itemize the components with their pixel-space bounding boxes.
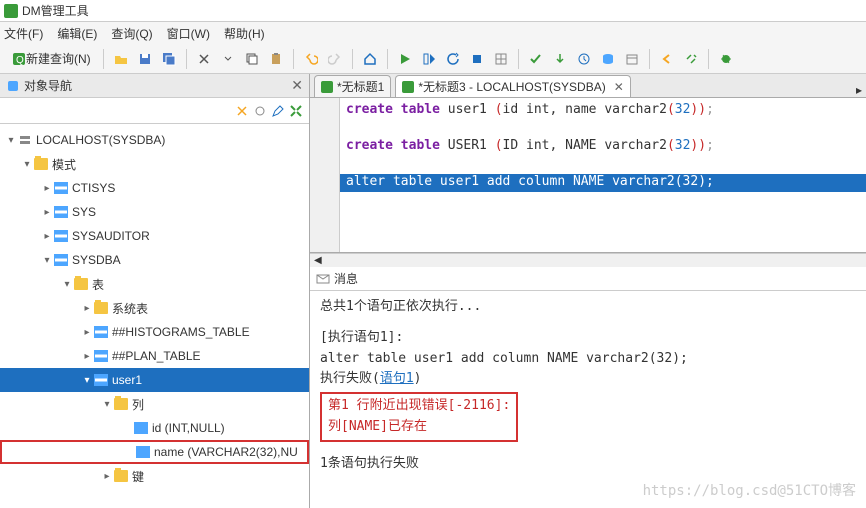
tree-histograms[interactable]: ▸##HISTOGRAMS_TABLE [0,320,309,344]
dropdown-icon[interactable] [217,48,239,70]
messages-tab[interactable]: 消息 [310,267,866,291]
selected-sql-line: alter table user1 add column NAME varcha… [340,174,866,192]
nav-edit-icon[interactable] [271,104,285,118]
tree-columns[interactable]: ▾列 [0,392,309,416]
open-icon[interactable] [110,48,132,70]
new-query-button[interactable]: Q 新建查询(N) [6,48,97,70]
window-title: DM管理工具 [22,2,89,19]
editor-code[interactable]: create table user1 (id int, name varchar… [340,98,866,252]
arrow-down-icon[interactable] [549,48,571,70]
tree-keys[interactable]: ▸键 [0,464,309,488]
link-icon[interactable] [680,48,702,70]
tree-plan[interactable]: ▸##PLAN_TABLE [0,344,309,368]
tree-schema[interactable]: ▾模式 [0,152,309,176]
tree-sys[interactable]: ▸SYS [0,200,309,224]
paste-icon[interactable] [265,48,287,70]
titlebar: DM管理工具 [0,0,866,22]
tree-sysdba[interactable]: ▾SYSDBA [0,248,309,272]
msg-err2: 列[NAME]已存在 [328,417,510,438]
history-icon[interactable] [573,48,595,70]
tree-sysauditor[interactable]: ▸SYSAUDITOR [0,224,309,248]
nav-link-icon[interactable] [235,104,249,118]
tree-col-id[interactable]: ▸id (INT,NULL) [0,416,309,440]
tree-ctisys[interactable]: ▸CTISYS [0,176,309,200]
editor-scrollbar[interactable]: ◀ [310,253,866,267]
menu-file[interactable]: 文件(F) [4,25,43,42]
close-pane-icon[interactable]: ✕ [291,77,303,94]
tree-col-name[interactable]: ▸name (VARCHAR2(32),NU [0,440,309,464]
save-icon[interactable] [134,48,156,70]
stop-icon[interactable] [466,48,488,70]
refresh-icon[interactable] [442,48,464,70]
navigator-toolbar [0,98,309,124]
copy-icon[interactable] [241,48,263,70]
close-tab-icon[interactable]: ✕ [614,80,624,94]
tab-untitled3[interactable]: *无标题3 - LOCALHOST(SYSDBA) ✕ [395,75,630,97]
msg-fail: 执行失败(语句1) [320,369,856,390]
nav-expand-icon[interactable] [289,104,303,118]
main-toolbar: Q 新建查询(N) [0,44,866,74]
svg-text:Q: Q [16,55,24,66]
sql-file-icon [402,81,414,93]
tab-untitled1[interactable]: *无标题1 [314,75,391,97]
back-icon[interactable] [656,48,678,70]
menu-window[interactable]: 窗口(W) [167,25,210,42]
msg-footer: 1条语句执行失败 [320,454,856,475]
nav-filter-icon[interactable] [253,104,267,118]
messages-panel: 总共1个语句正依次执行... [执行语句1]: alter table user… [310,291,866,508]
object-tree[interactable]: ▾LOCALHOST(SYSDBA) ▾模式 ▸CTISYS ▸SYS ▸SYS… [0,124,309,508]
menu-help[interactable]: 帮助(H) [224,25,265,42]
undo-icon[interactable] [300,48,322,70]
db-icon[interactable] [597,48,619,70]
message-icon [316,272,330,286]
check-icon[interactable] [525,48,547,70]
navigator-title: 对象导航 [24,77,72,94]
msg-summary: 总共1个语句正依次执行... [320,297,856,318]
menu-edit[interactable]: 编辑(E) [57,25,97,42]
editor-gutter [310,98,340,252]
error-box: 第1 行附近出现错误[-2116]: 列[NAME]已存在 [320,392,518,442]
msg-fail-link[interactable]: 语句1 [380,371,414,386]
sql-file-icon [321,81,333,93]
menubar: 文件(F) 编辑(E) 查询(Q) 窗口(W) 帮助(H) [0,22,866,44]
grid-icon[interactable] [490,48,512,70]
app-icon [4,4,18,18]
navigator-header: 对象导航 ✕ [0,74,309,98]
object-navigator-pane: 对象导航 ✕ ▾LOCALHOST(SYSDBA) ▾模式 ▸CTISYS ▸S… [0,74,310,508]
editor-pane: *无标题1 *无标题3 - LOCALHOST(SYSDBA) ✕ ▸ crea… [310,74,866,508]
calendar-icon[interactable] [621,48,643,70]
cut-icon[interactable] [193,48,215,70]
scroll-right-icon[interactable]: ▸ [856,83,862,97]
bug-icon[interactable] [715,48,737,70]
editor-tabs: *无标题1 *无标题3 - LOCALHOST(SYSDBA) ✕ ▸ [310,74,866,98]
run-icon[interactable] [394,48,416,70]
step-icon[interactable] [418,48,440,70]
msg-err1: 第1 行附近出现错误[-2116]: [328,396,510,417]
watermark: https://blog.csd@51CTO博客 [643,480,856,502]
tree-server[interactable]: ▾LOCALHOST(SYSDBA) [0,128,309,152]
msg-exec-sql: alter table user1 add column NAME varcha… [320,349,856,370]
tree-systable[interactable]: ▸系统表 [0,296,309,320]
home-icon[interactable] [359,48,381,70]
menu-query[interactable]: 查询(Q) [111,25,152,42]
redo-icon[interactable] [324,48,346,70]
msg-exec-label: [执行语句1]: [320,328,856,349]
tree-tables[interactable]: ▾表 [0,272,309,296]
sql-editor[interactable]: create table user1 (id int, name varchar… [310,98,866,253]
save-all-icon[interactable] [158,48,180,70]
tree-user1[interactable]: ▾user1 [0,368,309,392]
